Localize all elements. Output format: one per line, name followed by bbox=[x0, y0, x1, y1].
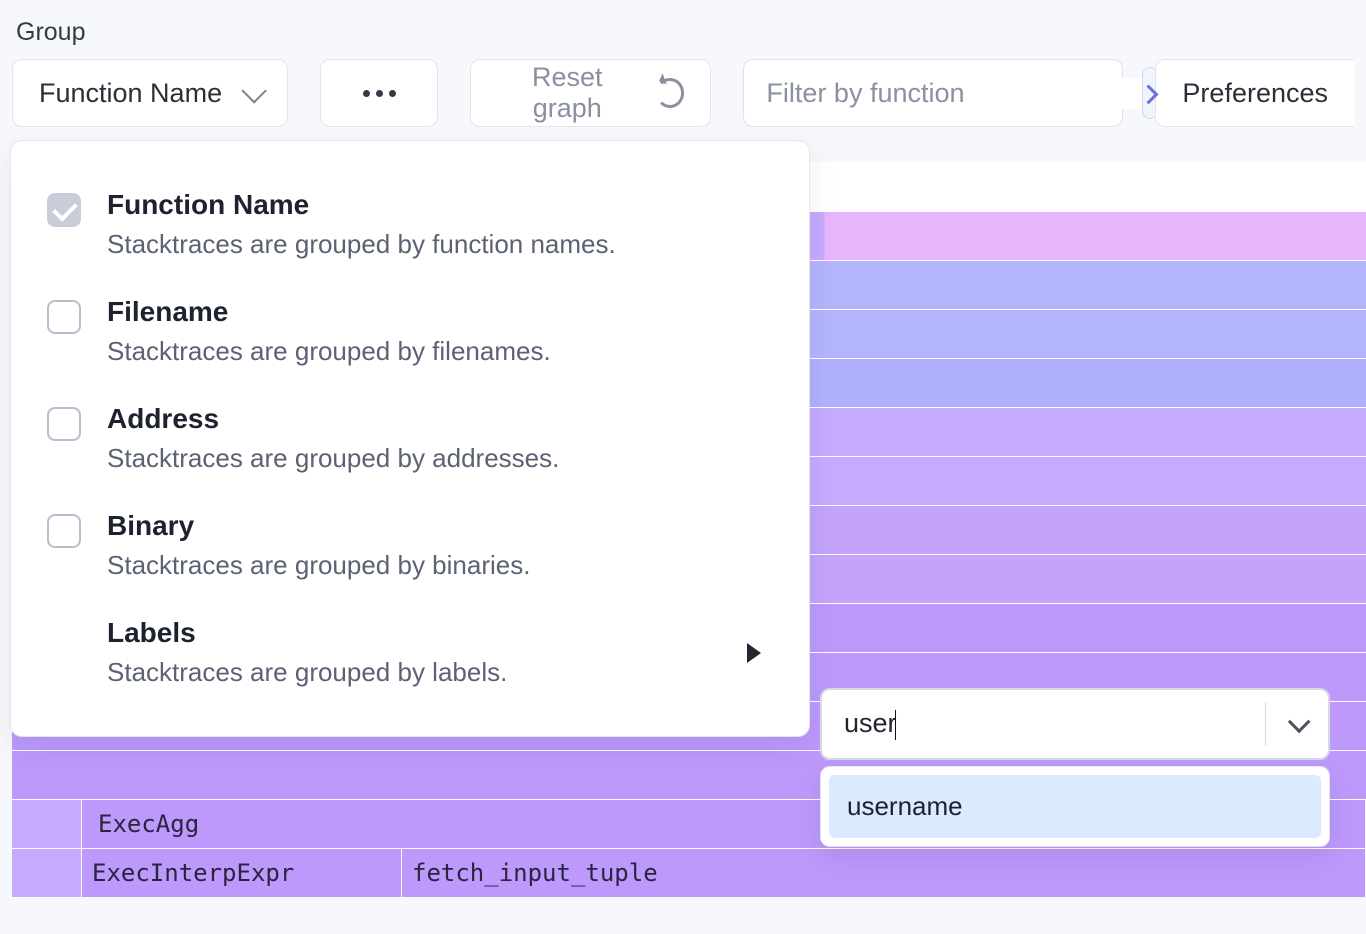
flame-frame-label[interactable]: fetch_input_tuple bbox=[402, 849, 1366, 897]
reset-icon bbox=[656, 78, 685, 108]
option-title: Address bbox=[107, 403, 559, 435]
group-by-dropdown[interactable]: Function Name bbox=[12, 59, 288, 127]
flame-frame-label[interactable]: ExecInterpExpr bbox=[82, 849, 402, 897]
chevron-down-icon bbox=[241, 78, 266, 103]
group-option-function-name[interactable]: Function Name Stacktraces are grouped by… bbox=[11, 171, 809, 278]
checkbox-icon[interactable] bbox=[47, 300, 81, 334]
option-title: Binary bbox=[107, 510, 530, 542]
labels-combobox: user username bbox=[820, 688, 1330, 847]
reset-graph-label: Reset graph bbox=[497, 62, 638, 124]
checkbox-icon[interactable] bbox=[47, 514, 81, 548]
option-title: Function Name bbox=[107, 189, 616, 221]
option-desc: Stacktraces are grouped by function name… bbox=[107, 229, 616, 260]
submenu-arrow-icon bbox=[747, 643, 761, 663]
filter-input[interactable] bbox=[744, 78, 1142, 109]
reset-graph-button[interactable]: Reset graph bbox=[470, 59, 711, 127]
labels-combobox-toggle[interactable] bbox=[1266, 716, 1328, 732]
flame-row[interactable]: ExecInterpExpr fetch_input_tuple bbox=[12, 848, 1366, 897]
option-title: Filename bbox=[107, 296, 551, 328]
filter-by-function-field[interactable] bbox=[743, 59, 1123, 127]
labels-combobox-field[interactable]: user bbox=[820, 688, 1330, 760]
labels-suggestions: username bbox=[820, 766, 1330, 847]
option-desc: Stacktraces are grouped by labels. bbox=[107, 657, 507, 688]
chevron-down-icon bbox=[1288, 711, 1311, 734]
group-option-filename[interactable]: Filename Stacktraces are grouped by file… bbox=[11, 278, 809, 385]
group-section-label: Group bbox=[16, 18, 1354, 47]
group-option-address[interactable]: Address Stacktraces are grouped by addre… bbox=[11, 385, 809, 492]
checkbox-icon[interactable] bbox=[47, 407, 81, 441]
checkbox-icon[interactable] bbox=[47, 193, 81, 227]
group-by-menu: Function Name Stacktraces are grouped by… bbox=[10, 140, 810, 737]
preferences-button[interactable]: Preferences bbox=[1155, 59, 1354, 127]
toolbar: Function Name Reset graph Preferences bbox=[12, 59, 1354, 127]
option-title: Labels bbox=[107, 617, 507, 649]
group-by-dropdown-label: Function Name bbox=[39, 78, 222, 109]
text-caret-icon bbox=[895, 710, 897, 740]
group-option-binary[interactable]: Binary Stacktraces are grouped by binari… bbox=[11, 492, 809, 599]
more-menu-button[interactable] bbox=[320, 59, 438, 127]
preferences-label: Preferences bbox=[1182, 78, 1328, 109]
option-desc: Stacktraces are grouped by addresses. bbox=[107, 443, 559, 474]
labels-suggestion-item[interactable]: username bbox=[829, 775, 1321, 838]
option-desc: Stacktraces are grouped by filenames. bbox=[107, 336, 551, 367]
group-option-labels[interactable]: Labels Stacktraces are grouped by labels… bbox=[11, 599, 809, 706]
labels-input-text[interactable]: user bbox=[822, 708, 897, 740]
option-desc: Stacktraces are grouped by binaries. bbox=[107, 550, 530, 581]
ellipsis-icon bbox=[363, 90, 396, 97]
